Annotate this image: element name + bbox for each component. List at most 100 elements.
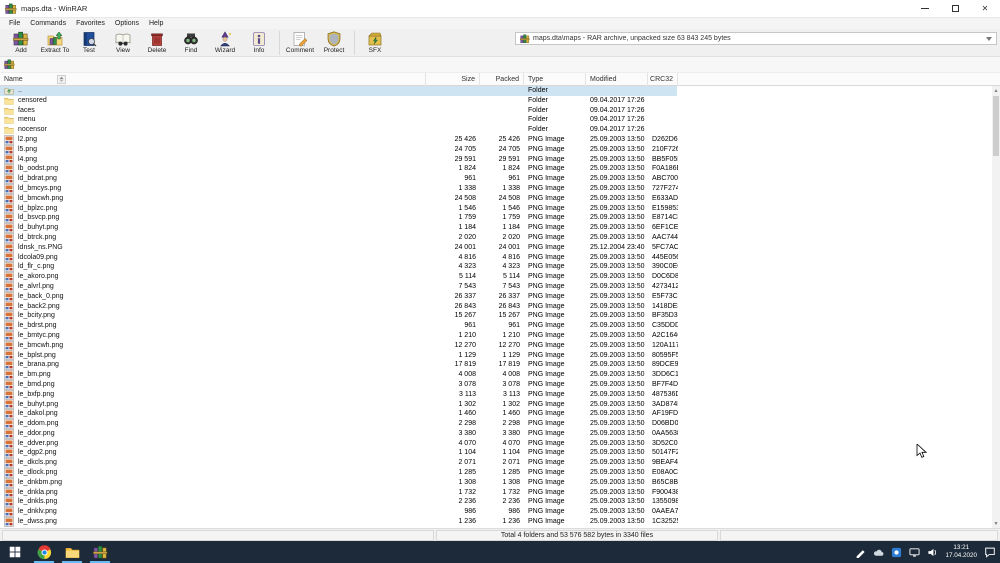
address-bar[interactable]: maps.dta\maps - RAR archive, unpacked si… — [515, 32, 997, 45]
start-button[interactable] — [0, 541, 30, 563]
toolbar-button-label: Test — [83, 47, 95, 54]
file-row[interactable]: le_akoro.png5 1145 114PNG Image25.09.200… — [0, 272, 992, 282]
file-row[interactable]: le_bmcwh.png12 27012 270PNG Image25.09.2… — [0, 341, 992, 351]
file-row[interactable]: le_ddor.png3 3803 380PNG Image25.09.2003… — [0, 429, 992, 439]
file-row[interactable]: le_dkcls.png2 0712 071PNG Image25.09.200… — [0, 458, 992, 468]
item-modified: 25.09.2003 13:50 — [586, 419, 648, 429]
scrollbar-thumb[interactable] — [993, 96, 999, 156]
tray-pen-icon[interactable] — [855, 547, 866, 558]
file-row[interactable]: lb_oodst.png1 8241 824PNG Image25.09.200… — [0, 164, 992, 174]
menu-item-commands[interactable]: Commands — [25, 20, 71, 27]
file-row[interactable]: le_dnklv.png986986PNG Image25.09.2003 13… — [0, 507, 992, 517]
scroll-down-icon[interactable]: ▼ — [992, 519, 1000, 528]
file-row[interactable]: le_back_0.png26 33726 337PNG Image25.09.… — [0, 292, 992, 302]
file-row[interactable]: le_bmd.png3 0783 078PNG Image25.09.2003 … — [0, 380, 992, 390]
tray-display-icon[interactable] — [909, 547, 920, 558]
parent-dir-row[interactable]: ..Folder — [0, 86, 992, 96]
file-row[interactable]: le_bcity.png15 26715 267PNG Image25.09.2… — [0, 311, 992, 321]
file-row[interactable]: ld_bplzc.png1 5461 546PNG Image25.09.200… — [0, 204, 992, 214]
menu-item-file[interactable]: File — [4, 20, 25, 27]
sort-icon[interactable] — [57, 75, 66, 84]
file-row[interactable]: ld_buhyt.png1 1841 184PNG Image25.09.200… — [0, 223, 992, 233]
sfx-button[interactable]: SFX — [358, 30, 392, 55]
delete-button[interactable]: Delete — [140, 30, 174, 55]
item-size: 3 380 — [426, 429, 480, 439]
tray-cloud-icon[interactable] — [873, 547, 884, 558]
scroll-up-icon[interactable]: ▲ — [992, 86, 1000, 95]
file-row[interactable]: le_brana.png17 81917 819PNG Image25.09.2… — [0, 360, 992, 370]
file-row[interactable]: ldnsk_ns.PNG24 00124 001PNG Image25.12.2… — [0, 243, 992, 253]
file-row[interactable]: ld_flr_c.png4 3234 323PNG Image25.09.200… — [0, 262, 992, 272]
file-row[interactable]: le_ddom.png2 2982 298PNG Image25.09.2003… — [0, 419, 992, 429]
minimize-button[interactable] — [910, 0, 940, 18]
taskbar-app-winrar[interactable] — [86, 541, 114, 563]
file-row[interactable]: ld_bmcwh.png24 50824 508PNG Image25.09.2… — [0, 194, 992, 204]
folder-row[interactable]: menuFolder09.04.2017 17:26 — [0, 115, 992, 125]
folder-row[interactable]: nocensorFolder09.04.2017 17:26 — [0, 125, 992, 135]
item-name: ld_bdrat.png — [18, 174, 57, 184]
wizard-button[interactable]: Wizard — [208, 30, 242, 55]
file-row[interactable]: le_alvrl.png7 5437 543PNG Image25.09.200… — [0, 282, 992, 292]
menu-item-favorites[interactable]: Favorites — [71, 20, 110, 27]
item-crc — [648, 86, 678, 96]
address-dropdown-icon[interactable] — [986, 37, 992, 41]
column-header-size[interactable]: Size — [426, 73, 480, 86]
current-archive-icon[interactable] — [4, 59, 15, 70]
file-row[interactable]: ld_btrck.png2 0202 020PNG Image25.09.200… — [0, 233, 992, 243]
vertical-scrollbar[interactable]: ▲ ▼ — [992, 86, 1000, 528]
menu-item-help[interactable]: Help — [144, 20, 168, 27]
file-row[interactable]: le_dakol.png1 4601 460PNG Image25.09.200… — [0, 409, 992, 419]
taskbar-app-explorer[interactable] — [58, 541, 86, 563]
comment-button[interactable]: Comment — [283, 30, 317, 55]
test-button[interactable]: Test — [72, 30, 106, 55]
info-button[interactable]: Info — [242, 30, 276, 55]
folder-row[interactable]: facesFolder09.04.2017 17:26 — [0, 106, 992, 116]
file-row[interactable]: ld_bmcys.png1 3381 338PNG Image25.09.200… — [0, 184, 992, 194]
taskbar-app-chrome[interactable] — [30, 541, 58, 563]
column-header-crc32[interactable]: CRC32 — [648, 73, 678, 86]
file-row[interactable]: le_bdrst.png961961PNG Image25.09.2003 13… — [0, 321, 992, 331]
protect-button[interactable]: Protect — [317, 30, 351, 55]
maximize-button[interactable] — [940, 0, 970, 18]
file-row[interactable]: le_dnkbm.png1 3081 308PNG Image25.09.200… — [0, 478, 992, 488]
view-button[interactable]: View — [106, 30, 140, 55]
file-row[interactable]: le_bplst.png1 1291 129PNG Image25.09.200… — [0, 351, 992, 361]
item-type: PNG Image — [524, 184, 586, 194]
file-row[interactable]: ld_bdrat.png961961PNG Image25.09.2003 13… — [0, 174, 992, 184]
file-row[interactable]: le_dgp2.png1 1041 104PNG Image25.09.2003… — [0, 448, 992, 458]
find-button[interactable]: Find — [174, 30, 208, 55]
folder-row[interactable]: censoredFolder09.04.2017 17:26 — [0, 96, 992, 106]
file-row[interactable]: ld_bsvcp.png1 7591 759PNG Image25.09.200… — [0, 213, 992, 223]
menu-item-options[interactable]: Options — [110, 20, 144, 27]
tray-blue-app-icon[interactable] — [891, 547, 902, 558]
file-row[interactable]: l2.png25 42625 426PNG Image25.09.2003 13… — [0, 135, 992, 145]
close-button[interactable]: ✕ — [970, 0, 1000, 18]
taskbar-clock[interactable]: 13:21 17.04.2020 — [945, 544, 977, 560]
column-header-label: Size — [461, 76, 475, 83]
file-row[interactable]: le_dwss.png1 2361 236PNG Image25.09.2003… — [0, 517, 992, 527]
item-crc: 42734124 — [648, 282, 678, 292]
file-row[interactable]: le_buhyt.png1 3021 302PNG Image25.09.200… — [0, 400, 992, 410]
file-row[interactable]: le_dnkls.png2 2362 236PNG Image25.09.200… — [0, 497, 992, 507]
file-row[interactable]: le_bm.png4 0084 008PNG Image25.09.2003 1… — [0, 370, 992, 380]
column-header-modified[interactable]: Modified — [586, 73, 648, 86]
file-row[interactable]: le_dnkla.png1 7321 732PNG Image25.09.200… — [0, 488, 992, 498]
column-header-packed[interactable]: Packed — [480, 73, 524, 86]
file-row[interactable]: le_dlock.png1 2851 285PNG Image25.09.200… — [0, 468, 992, 478]
add-button[interactable]: Add — [4, 30, 38, 55]
extract-to-button[interactable]: Extract To — [38, 30, 72, 55]
file-row[interactable]: le_ddver.png4 0704 070PNG Image25.09.200… — [0, 439, 992, 449]
png-file-icon — [4, 135, 14, 145]
file-row[interactable]: l5.png24 70524 705PNG Image25.09.2003 13… — [0, 145, 992, 155]
column-header-type[interactable]: Type — [524, 73, 586, 86]
column-header-name[interactable]: Name — [0, 73, 426, 86]
item-crc: 445E0562 — [648, 253, 678, 263]
file-row[interactable]: l4.png29 59129 591PNG Image25.09.2003 13… — [0, 155, 992, 165]
file-row[interactable]: le_bxfp.png3 1133 113PNG Image25.09.2003… — [0, 390, 992, 400]
file-row[interactable]: le_bmtyc.png1 2101 210PNG Image25.09.200… — [0, 331, 992, 341]
file-row[interactable]: ldcola09.png4 8164 816PNG Image25.09.200… — [0, 253, 992, 263]
tray-volume-icon[interactable] — [927, 547, 938, 558]
action-center-button[interactable] — [984, 546, 996, 558]
file-list-panel: Name Size PackedTypeModifiedCRC32 ..Folder… — [0, 73, 1000, 528]
file-row[interactable]: le_back2.png26 84326 843PNG Image25.09.2… — [0, 302, 992, 312]
